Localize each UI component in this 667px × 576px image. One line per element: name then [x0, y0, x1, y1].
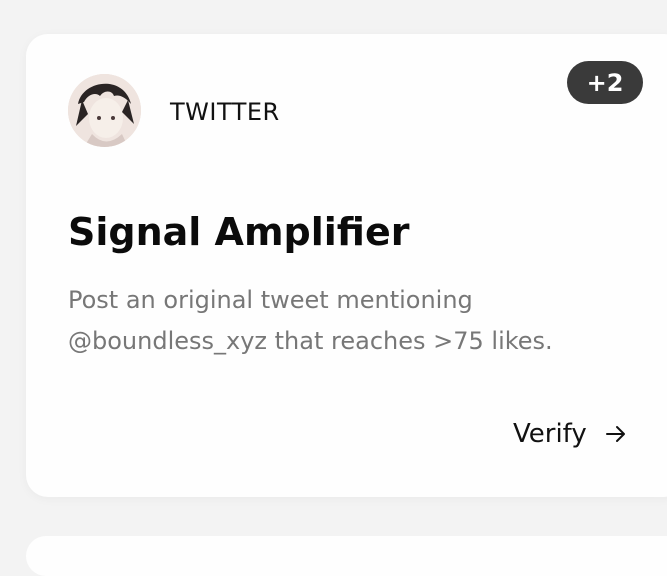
- arrow-right-icon: [605, 426, 625, 442]
- verify-label: Verify: [513, 419, 587, 449]
- source-label: TWITTER: [170, 98, 280, 126]
- verify-button[interactable]: Verify: [513, 419, 627, 449]
- count-badge: +2: [567, 61, 643, 104]
- avatar: [68, 74, 141, 147]
- user-avatar-icon: [68, 74, 141, 147]
- quest-card: TWITTER +2 Signal Amplifier Post an orig…: [26, 34, 667, 497]
- quest-title: Signal Amplifier: [68, 210, 410, 254]
- quest-description: Post an original tweet mentioning @bound…: [68, 286, 553, 355]
- next-card: [26, 536, 667, 576]
